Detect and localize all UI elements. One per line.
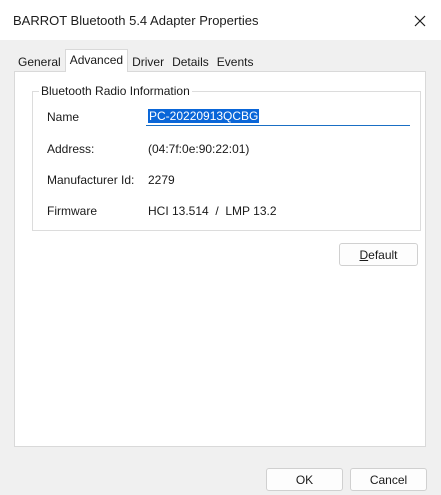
firmware-value: HCI 13.514 / LMP 13.2 <box>148 204 277 218</box>
default-label: efault <box>368 247 398 262</box>
tab-details[interactable]: Details <box>168 53 213 72</box>
close-icon <box>414 15 426 27</box>
tab-general[interactable]: General <box>14 53 65 72</box>
firmware-label: Firmware <box>47 204 97 218</box>
address-value: (04:7f:0e:90:22:01) <box>148 142 250 156</box>
tab-driver[interactable]: Driver <box>128 53 168 72</box>
name-value-selected: PC-20220913QCBG <box>148 109 260 123</box>
tab-advanced[interactable]: Advanced <box>64 49 129 72</box>
ok-button[interactable]: OK <box>266 468 343 491</box>
default-button[interactable]: Default <box>339 243 418 266</box>
tab-strip: General Advanced Driver Details Events <box>14 49 257 72</box>
address-label: Address: <box>47 142 95 156</box>
tab-events[interactable]: Events <box>213 53 258 72</box>
manufacturer-id-label: Manufacturer Id: <box>47 173 135 187</box>
title-bar: BARROT Bluetooth 5.4 Adapter Properties <box>0 0 441 40</box>
default-mnemonic: D <box>359 247 369 262</box>
cancel-button[interactable]: Cancel <box>350 468 427 491</box>
window-title: BARROT Bluetooth 5.4 Adapter Properties <box>13 13 259 28</box>
name-label: Name <box>47 110 80 124</box>
name-input[interactable]: PC-20220913QCBG <box>146 106 410 126</box>
close-button[interactable] <box>408 9 432 33</box>
manufacturer-id-value: 2279 <box>148 173 175 187</box>
group-legend: Bluetooth Radio Information <box>39 84 192 98</box>
